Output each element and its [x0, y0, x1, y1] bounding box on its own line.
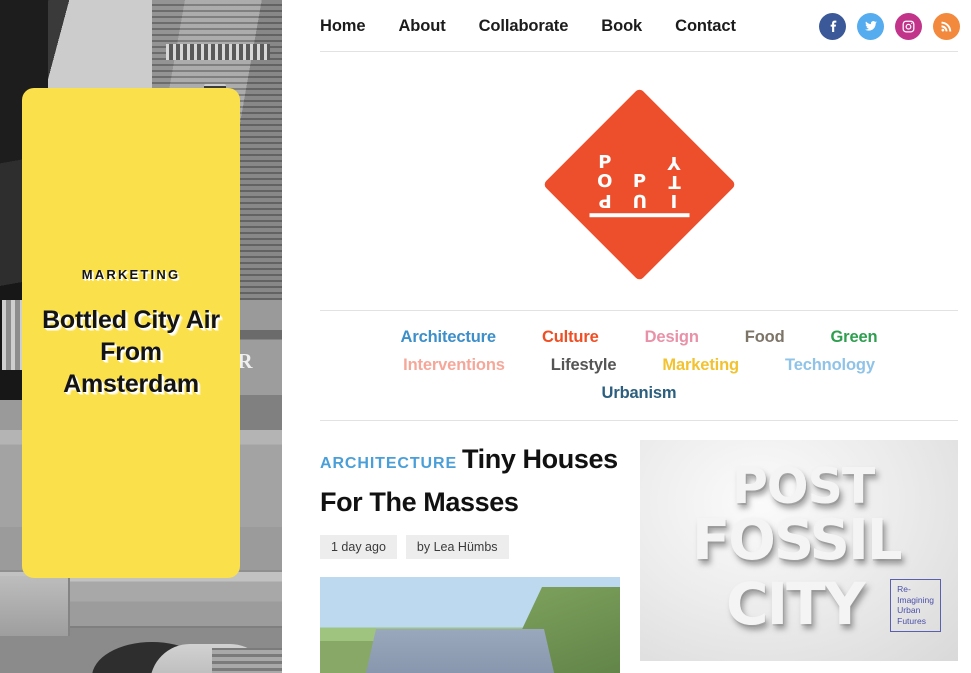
nav-item-contact[interactable]: Contact	[675, 17, 736, 36]
category-navigation: Architecture Culture Design Food Green I…	[320, 328, 958, 403]
logo-cell-7: P	[597, 189, 611, 210]
article-date-badge: 1 day ago	[320, 535, 397, 559]
article-primary[interactable]: ARCHITECTURE Tiny Houses For The Masses 1…	[320, 440, 620, 673]
category-culture[interactable]: Culture	[519, 328, 622, 347]
logo-cell-6: T	[667, 170, 680, 191]
nav-item-collaborate[interactable]: Collaborate	[479, 17, 569, 36]
logo-cell-3: Y	[667, 151, 681, 172]
logo-cell-9: I	[670, 189, 678, 210]
post-fossil-line2: FOSSIL	[692, 508, 903, 573]
category-lifestyle[interactable]: Lifestyle	[528, 356, 640, 375]
page-root: DAM R Co MARKETING Bottled City Air From…	[0, 0, 971, 673]
logo-cell-5: P	[632, 170, 646, 191]
category-technology[interactable]: Technology	[762, 356, 898, 375]
category-architecture[interactable]: Architecture	[378, 328, 519, 347]
article-headline: ARCHITECTURE Tiny Houses For The Masses	[320, 440, 620, 521]
logo-divider	[320, 310, 958, 311]
post-fossil-subtitle-box: Re- Imagining Urban Futures	[890, 579, 941, 632]
nav-item-home[interactable]: Home	[320, 17, 366, 36]
header-divider	[320, 51, 958, 52]
logo-cell-8: U	[631, 189, 647, 210]
article-meta: 1 day ago by Lea Hümbs	[320, 535, 620, 559]
category-food[interactable]: Food	[722, 328, 808, 347]
category-interventions[interactable]: Interventions	[380, 356, 528, 375]
social-links	[819, 12, 971, 40]
nav-item-book[interactable]: Book	[601, 17, 642, 36]
photo-truck-grill	[212, 648, 282, 673]
article-thumbnail-post-fossil-city[interactable]: POST FOSSIL CITY Re- Imagining Urban Fut…	[640, 440, 958, 661]
category-green[interactable]: Green	[808, 328, 901, 347]
article-secondary[interactable]: POST FOSSIL CITY Re- Imagining Urban Fut…	[640, 440, 958, 673]
top-navigation: Home About Collaborate Book Contact	[320, 0, 971, 42]
article-author-badge[interactable]: by Lea Hümbs	[405, 535, 509, 559]
category-urbanism[interactable]: Urbanism	[579, 384, 700, 403]
featured-title: Bottled City Air From Amsterdam	[42, 305, 220, 398]
logo-underline-bar	[589, 212, 689, 216]
nav-links: Home About Collaborate Book Contact	[320, 17, 736, 36]
featured-category-label: MARKETING	[81, 266, 181, 282]
photo-truck-panel	[0, 576, 70, 636]
facebook-icon[interactable]	[819, 12, 846, 40]
nav-item-about[interactable]: About	[398, 17, 445, 36]
article-category-label[interactable]: ARCHITECTURE	[320, 455, 457, 472]
post-fossil-line1: POST	[732, 458, 875, 515]
site-logo[interactable]: P Y O P T P U I	[320, 60, 958, 308]
post-fossil-line3: CITY	[726, 570, 866, 638]
main-column: Home About Collaborate Book Contact P Y …	[320, 0, 971, 673]
featured-story-panel[interactable]: DAM R Co MARKETING Bottled City Air From…	[0, 0, 282, 673]
thumb-roof	[360, 629, 560, 673]
logo-cell-4: O	[596, 170, 612, 191]
category-divider	[320, 420, 958, 421]
article-thumbnail-landscape[interactable]	[320, 577, 620, 673]
category-design[interactable]: Design	[622, 328, 722, 347]
logo-cell-1: P	[597, 151, 611, 172]
article-list: ARCHITECTURE Tiny Houses For The Masses 1…	[320, 440, 958, 673]
logo-inner: P Y O P T P U I	[587, 151, 691, 216]
instagram-icon[interactable]	[895, 12, 922, 40]
featured-story-card[interactable]: MARKETING Bottled City Air From Amsterda…	[22, 88, 240, 578]
category-marketing[interactable]: Marketing	[639, 356, 762, 375]
logo-diamond-shape: P Y O P T P U I	[542, 87, 736, 281]
rss-icon[interactable]	[933, 12, 960, 40]
twitter-icon[interactable]	[857, 12, 884, 40]
logo-letter-grid: P Y O P T P U I	[587, 151, 691, 210]
